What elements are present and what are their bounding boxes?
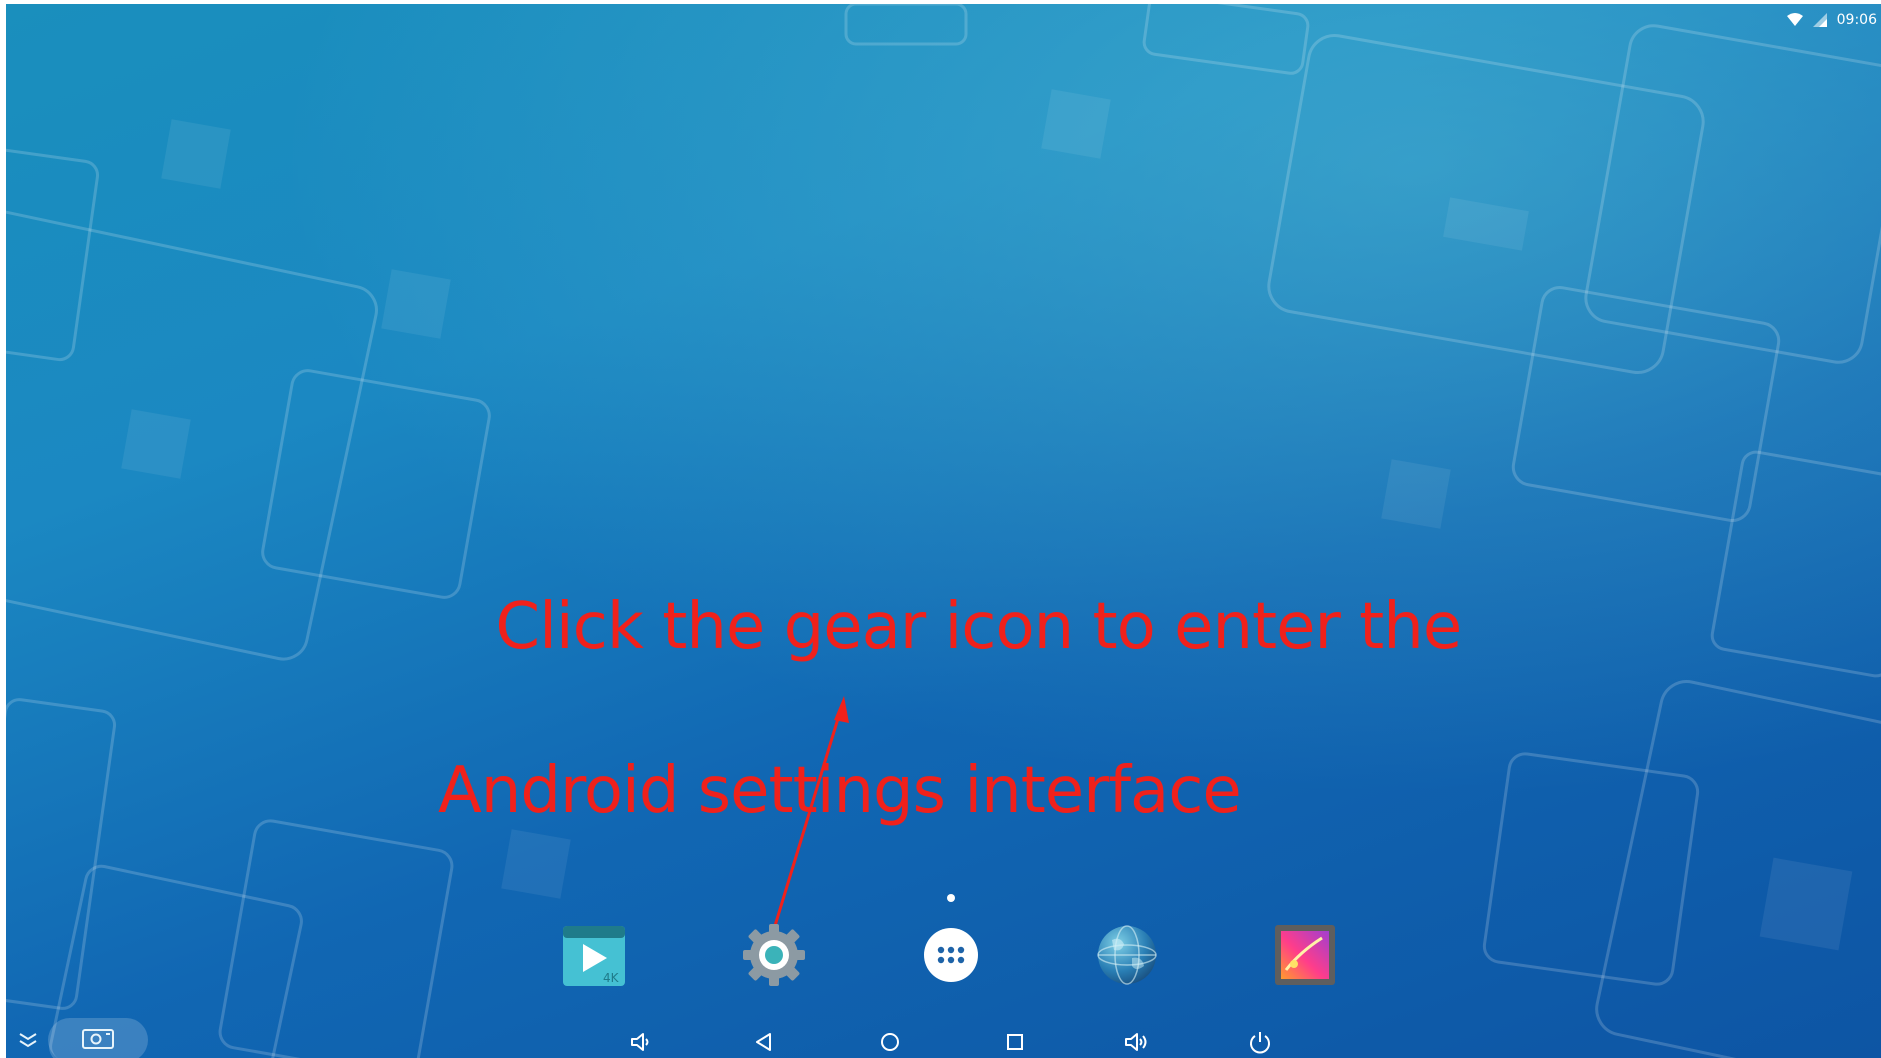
status-bar: 09:06 <box>1786 8 1877 32</box>
power-icon[interactable] <box>1242 1024 1278 1058</box>
status-clock: 09:06 <box>1836 12 1877 28</box>
badge-4k: 4K <box>603 971 620 985</box>
gallery-icon[interactable] <box>1272 922 1338 988</box>
screenshot-icon <box>82 1027 114 1053</box>
android-home-screen: 09:06 Click the gear icon to enter the A… <box>6 4 1881 1058</box>
left-toolbar <box>16 1018 148 1058</box>
video-player-4k-icon[interactable]: 4K <box>561 922 627 988</box>
screenshot-button[interactable] <box>48 1018 148 1058</box>
collapse-icon[interactable] <box>16 1028 40 1052</box>
recents-icon[interactable] <box>997 1024 1033 1058</box>
home-icon[interactable] <box>872 1024 908 1058</box>
wifi-icon <box>1786 13 1803 27</box>
volume-down-icon[interactable] <box>623 1024 659 1058</box>
annotation-line-1: Click the gear icon to enter the <box>495 590 1462 664</box>
annotation-line-2: Android settings interface <box>438 754 1242 828</box>
back-icon[interactable] <box>746 1024 782 1058</box>
volume-up-icon[interactable] <box>1119 1024 1155 1058</box>
app-drawer-icon[interactable] <box>918 922 984 988</box>
globe-icon[interactable] <box>1094 922 1160 988</box>
signal-icon <box>1812 13 1827 27</box>
page-indicator-dot <box>947 894 955 902</box>
gear-icon[interactable] <box>741 922 807 988</box>
